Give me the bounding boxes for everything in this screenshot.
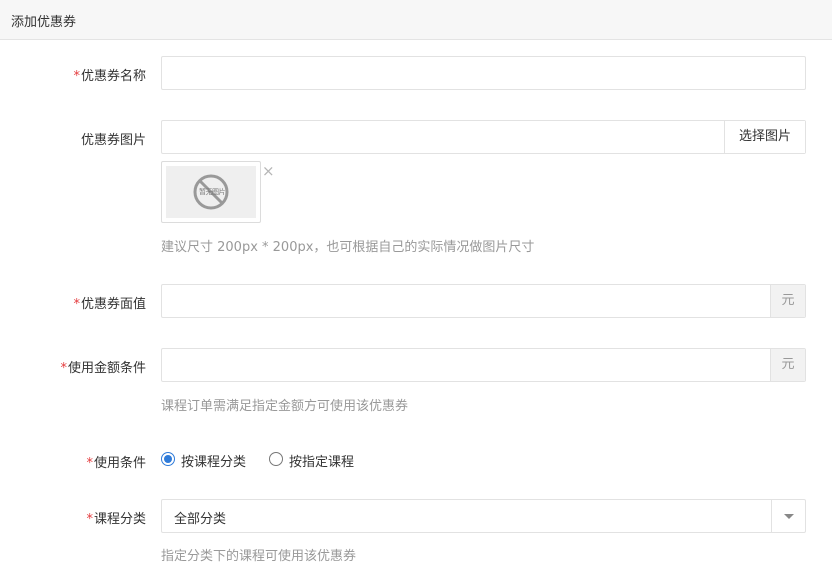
coupon-image-label: 优惠券图片 [80, 133, 146, 148]
coupon-image-hint: 建议尺寸 200px * 200px，也可根据自己的实际情况做图片尺寸 [161, 240, 535, 255]
required-mark: * [86, 456, 93, 471]
face-value-unit: 元 [770, 285, 805, 317]
panel-header: 添加优惠券 [0, 0, 832, 40]
radio-by-category[interactable] [161, 452, 175, 466]
course-category-hint: 指定分类下的课程可使用该优惠券 [161, 549, 357, 564]
required-mark: * [73, 69, 80, 84]
no-image-placeholder: 暂无图片 [166, 166, 256, 218]
chevron-down-icon[interactable] [771, 500, 805, 532]
required-mark: * [60, 361, 67, 376]
course-category-label: *课程分类 [86, 512, 146, 527]
coupon-name-input[interactable] [161, 56, 806, 90]
min-amount-label: *使用金额条件 [60, 361, 146, 376]
image-thumbnail: 暂无图片 [161, 161, 261, 223]
radio-by-category-label[interactable]: 按课程分类 [181, 451, 246, 470]
face-value-label: *优惠券面值 [73, 297, 146, 312]
use-condition-label: *使用条件 [86, 456, 146, 471]
min-amount-hint: 课程订单需满足指定金额方可使用该优惠券 [161, 399, 409, 414]
page-title: 添加优惠券 [11, 15, 77, 30]
course-category-selected: 全部分类 [174, 512, 227, 527]
min-amount-input[interactable]: 元 [161, 348, 806, 382]
radio-by-course[interactable] [269, 452, 283, 466]
coupon-image-field[interactable]: 选择图片 [161, 120, 806, 154]
no-image-text: 暂无图片 [199, 188, 226, 196]
course-category-select[interactable]: 全部分类 [161, 499, 806, 533]
required-mark: * [73, 297, 80, 312]
min-amount-unit: 元 [770, 349, 805, 381]
radio-by-course-label[interactable]: 按指定课程 [289, 451, 354, 470]
coupon-name-label: *优惠券名称 [73, 69, 146, 84]
remove-image-icon[interactable]: × [262, 164, 276, 179]
required-mark: * [86, 512, 93, 527]
choose-image-button[interactable]: 选择图片 [724, 121, 805, 153]
face-value-input[interactable]: 元 [161, 284, 806, 318]
